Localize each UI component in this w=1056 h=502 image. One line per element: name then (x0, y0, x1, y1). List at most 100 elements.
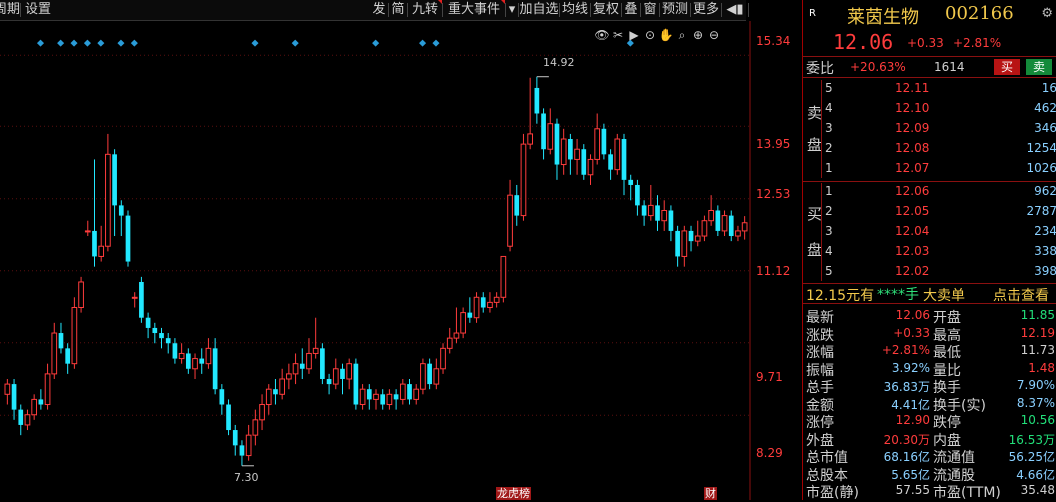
candle-body (38, 399, 44, 405)
event-marker (419, 39, 427, 47)
stock-code: 002166 (945, 3, 1014, 24)
order-book-row[interactable]: 1 12.07 1026 (823, 158, 1056, 178)
order-book-row[interactable]: 2 12.08 1254 (823, 138, 1056, 158)
stat-value: 11.85 (1020, 308, 1055, 322)
order-volume: 234 (1034, 224, 1056, 238)
candle-body (159, 333, 164, 339)
candle-body (380, 394, 386, 405)
stat-label: 市盈(TTM) (933, 485, 1001, 501)
order-book-row[interactable]: 5 12.11 16 (823, 78, 1056, 98)
toolbar-button[interactable]: 更多 (691, 0, 721, 20)
candle-body (621, 139, 627, 180)
lhb-event-tag[interactable]: 龙虎榜 (496, 487, 531, 500)
order-volume: 398 (1034, 264, 1056, 278)
candle-body (44, 373, 51, 406)
zoom-out-icon[interactable]: ⊖ (706, 27, 722, 43)
order-price: 12.08 (895, 141, 930, 155)
candle-body (259, 404, 265, 421)
eye-icon[interactable]: 👁 (594, 27, 610, 43)
settings-menu[interactable]: 设置 (25, 0, 51, 20)
finance-event-tag[interactable]: 财 (704, 487, 717, 500)
stat-row: 涨幅 +2.81% 最低 11.73 (803, 341, 1056, 361)
chart-toolbar: 周期 设置 发简九转 重大事件 ▾ 加自选 均线 复权叠窗预测 更多 ◀▮ (0, 0, 749, 21)
order-volume: 2787 (1026, 204, 1056, 218)
stat-value: 68.16亿 (883, 450, 930, 464)
scissors-icon[interactable]: ✂ (610, 27, 626, 43)
toolbar-divider (20, 3, 21, 17)
candle-body (399, 383, 406, 400)
big-order-link[interactable]: 点击查看 (993, 285, 1049, 305)
toolbar-button[interactable]: 均线 (560, 0, 590, 20)
toolbar-button[interactable]: 加自选 (519, 0, 559, 20)
order-book-row[interactable]: 1 12.06 962 (823, 181, 1056, 201)
period-menu[interactable]: 周期 (0, 0, 20, 20)
candle-body (11, 384, 17, 410)
stock-title-bar: R 莱茵生物 002166 ⚙ (803, 0, 1056, 30)
candle-body (688, 230, 694, 242)
camera-icon[interactable]: ⊙ (642, 27, 658, 43)
toolbar-button[interactable]: 九转 (408, 0, 442, 20)
toolbar-button[interactable]: 复权 (591, 0, 621, 20)
candle-body (185, 353, 191, 369)
hand-icon[interactable]: ✋ (658, 27, 674, 43)
order-book-row[interactable]: 4 12.03 338 (823, 241, 1056, 261)
toolbar-button[interactable]: 窗 (641, 0, 659, 20)
candle-body (554, 123, 560, 165)
order-price: 12.09 (895, 121, 930, 135)
order-book-row[interactable]: 2 12.05 2787 (823, 201, 1056, 221)
stat-row: 总股本 5.65亿 流通股 4.66亿 (803, 464, 1056, 484)
toolbar-button[interactable]: 预测 (660, 0, 690, 20)
candle-body (98, 245, 105, 257)
candle-body (152, 327, 158, 334)
order-book-row[interactable]: 3 12.09 346 (823, 118, 1056, 138)
order-book-row[interactable]: 4 12.10 462 (823, 98, 1056, 118)
stat-value: 4.41亿 (891, 397, 930, 412)
order-book-row[interactable]: 5 12.02 398 (823, 261, 1056, 281)
candle-body (741, 222, 748, 232)
order-level: 2 (825, 204, 833, 218)
candle-body (433, 368, 440, 385)
toolbar-button[interactable]: 发 (370, 0, 388, 20)
stat-row: 最新 12.06 开盘 11.85 (803, 306, 1056, 326)
order-book-row[interactable]: 3 12.04 234 (823, 221, 1056, 241)
stat-value: 8.37% (1016, 395, 1055, 410)
play-icon[interactable]: ▶ (626, 27, 642, 43)
gear-icon[interactable]: ⚙ (1041, 6, 1053, 21)
candle-body (446, 337, 453, 349)
toolbar-button[interactable]: 重大事件 (443, 0, 505, 20)
stat-row: 总手 36.83万 换手 7.90% (803, 376, 1056, 396)
order-price: 12.02 (895, 264, 930, 278)
candle-body (232, 430, 238, 446)
toolbar-button[interactable]: 叠 (622, 0, 640, 20)
toolbar-divider (748, 3, 749, 17)
magnify-icon[interactable]: ⌕ (674, 27, 690, 43)
candle-body (614, 138, 621, 171)
order-volume: 1254 (1026, 141, 1056, 155)
candlestick-chart[interactable]: 👁 ✂ ▶ ⊙ ✋ ⌕ ⊕ ⊖ 15.34 13.95 12.53 11.12 9.71 8.… (0, 21, 800, 500)
chart-canvas[interactable] (0, 21, 800, 500)
candle-body (78, 281, 84, 309)
event-marker (117, 39, 125, 47)
sell-button[interactable]: 卖 (1026, 59, 1052, 75)
toolbar-button[interactable]: ▾ (506, 0, 518, 20)
stat-label: 市盈(静) (806, 485, 859, 501)
book-divider (821, 80, 822, 178)
candle-body (440, 347, 446, 370)
stat-value: 7.90% (1016, 378, 1055, 392)
toolbar-button[interactable]: ◀▮ (722, 0, 748, 20)
order-level: 5 (825, 81, 833, 95)
candle-body (205, 347, 212, 365)
zoom-in-icon[interactable]: ⊕ (690, 27, 706, 43)
candle-body (245, 434, 252, 457)
candle-body (239, 445, 245, 456)
buy-button[interactable]: 买 (994, 59, 1020, 75)
order-volume: 1026 (1026, 161, 1056, 175)
candle-body (587, 158, 594, 176)
toolbar-button[interactable]: 简 (389, 0, 407, 20)
candle-body (265, 388, 272, 406)
stat-value: 1.48 (1028, 360, 1055, 375)
order-level: 1 (825, 184, 833, 198)
event-marker (36, 39, 45, 47)
candle-body (58, 333, 64, 349)
event-marker (372, 39, 380, 47)
